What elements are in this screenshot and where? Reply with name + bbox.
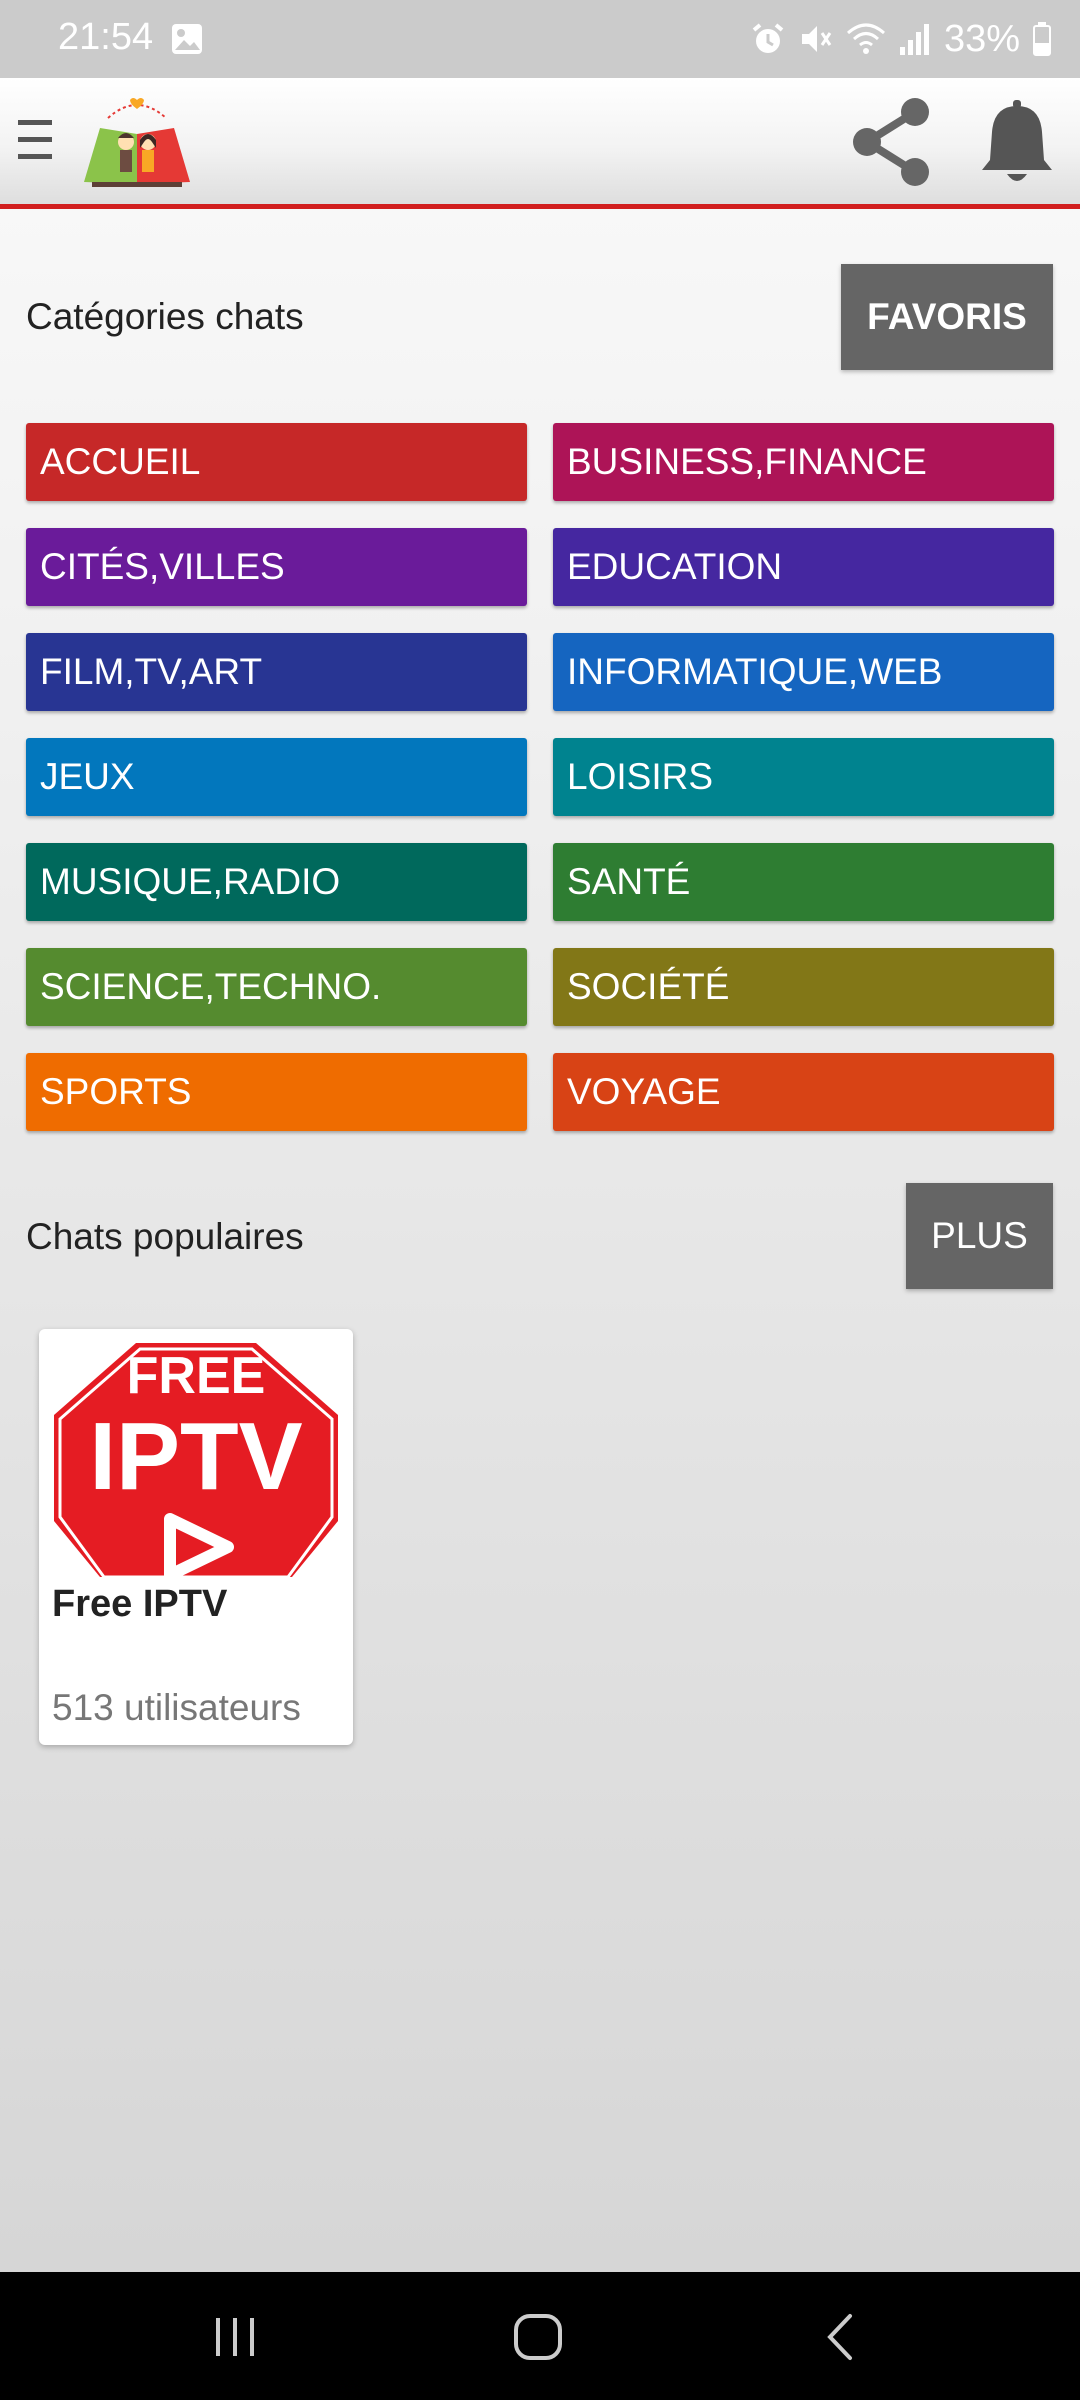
alarm-icon <box>752 23 784 53</box>
category-button[interactable]: MUSIQUE,RADIO <box>26 843 527 921</box>
category-button[interactable]: INFORMATIQUE,WEB <box>553 633 1054 711</box>
hamburger-menu-icon[interactable] <box>16 116 56 164</box>
app-logo-icon[interactable] <box>78 94 196 190</box>
category-button[interactable]: ACCUEIL <box>26 423 527 501</box>
popular-chats-title: Chats populaires <box>26 1216 304 1257</box>
back-icon[interactable] <box>824 2312 856 2362</box>
free-iptv-thumbnail: FREE IPTV <box>52 1341 340 1577</box>
battery-icon <box>1033 22 1051 56</box>
status-bar: 21:54 33% <box>0 0 1080 78</box>
category-button[interactable]: CITÉS,VILLES <box>26 528 527 606</box>
category-button[interactable]: SANTÉ <box>553 843 1054 921</box>
category-button[interactable]: JEUX <box>26 738 527 816</box>
categories-title: Catégories chats <box>26 296 304 337</box>
more-chats-button[interactable]: PLUS <box>906 1183 1053 1289</box>
battery-percentage: 33% <box>943 17 1020 60</box>
app-bar <box>0 78 1080 209</box>
category-button[interactable]: EDUCATION <box>553 528 1054 606</box>
thumb-free-text: FREE <box>127 1347 266 1405</box>
share-icon[interactable] <box>845 96 937 188</box>
popular-chat-card[interactable]: FREE IPTV Free IPTV 513 utilisateurs <box>39 1329 353 1745</box>
status-indicators: 33% <box>750 14 1052 64</box>
category-button[interactable]: LOISIRS <box>553 738 1054 816</box>
favorites-button[interactable]: FAVORIS <box>841 264 1053 370</box>
recent-apps-icon[interactable] <box>212 2316 258 2358</box>
gallery-notification-icon <box>172 24 202 54</box>
category-button[interactable]: SOCIÉTÉ <box>553 948 1054 1026</box>
category-button[interactable]: VOYAGE <box>553 1053 1054 1131</box>
thumb-iptv-text: IPTV <box>89 1403 302 1510</box>
chat-name: Free IPTV <box>52 1583 228 1625</box>
chat-user-count: 513 utilisateurs <box>52 1687 301 1728</box>
home-icon[interactable] <box>512 2312 564 2362</box>
category-button[interactable]: BUSINESS,FINANCE <box>553 423 1054 501</box>
category-button[interactable]: SCIENCE,TECHNO. <box>26 948 527 1026</box>
bell-icon[interactable] <box>980 98 1054 186</box>
category-button[interactable]: FILM,TV,ART <box>26 633 527 711</box>
category-button[interactable]: SPORTS <box>26 1053 527 1131</box>
system-navigation-bar <box>0 2272 1080 2400</box>
mute-icon <box>801 26 832 52</box>
wifi-icon <box>846 23 885 54</box>
status-time: 21:54 <box>58 16 154 58</box>
signal-icon <box>899 24 929 55</box>
